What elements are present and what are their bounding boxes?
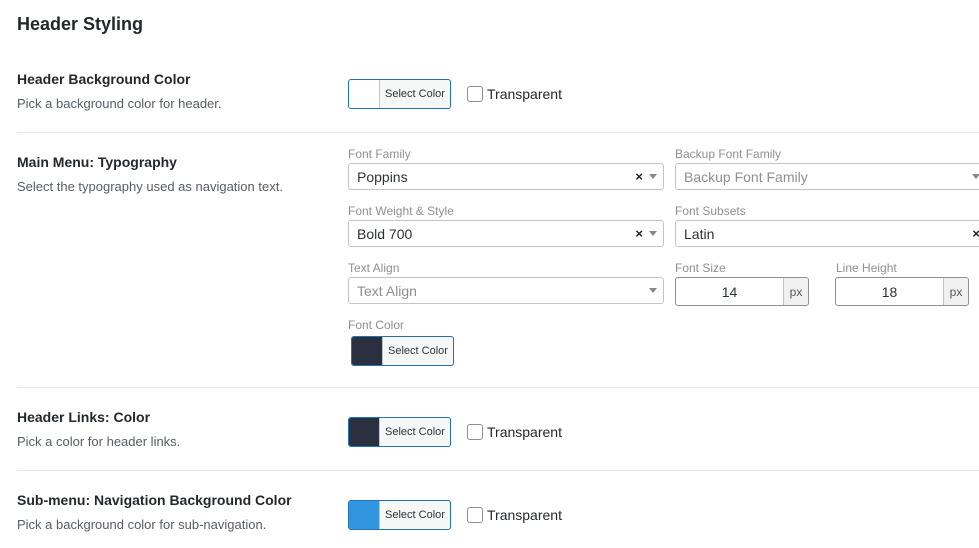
font-family-select[interactable]: Poppins × xyxy=(348,163,664,190)
line-height-unit: px xyxy=(943,278,968,305)
clear-icon[interactable]: × xyxy=(972,226,979,241)
font-color-label: Font Color xyxy=(348,318,405,332)
font-size-field[interactable]: 14 px xyxy=(675,277,809,306)
font-subsets-label: Font Subsets xyxy=(675,204,746,218)
line-height-field[interactable]: 18 px xyxy=(835,277,969,306)
clear-icon[interactable]: × xyxy=(635,226,643,241)
divider xyxy=(17,470,979,471)
text-align-placeholder: Text Align xyxy=(357,282,417,299)
header-links-color-desc: Pick a color for header links. xyxy=(17,434,181,449)
select-color-label: Select Color xyxy=(385,88,445,100)
typography-desc: Select the typography used as navigation… xyxy=(17,179,283,194)
select-color-label: Select Color xyxy=(385,426,445,438)
font-subsets-select[interactable]: Latin × xyxy=(675,220,979,247)
transparent-label: Transparent xyxy=(487,424,562,440)
header-links-transparent-option[interactable]: Transparent xyxy=(467,424,562,440)
divider xyxy=(17,132,979,133)
clear-icon[interactable]: × xyxy=(635,169,643,184)
header-bg-select-color-button[interactable]: Select Color xyxy=(348,79,451,109)
submenu-bg-select-color-button[interactable]: Select Color xyxy=(348,500,451,530)
submenu-bg-transparent-checkbox[interactable] xyxy=(467,507,483,523)
font-size-label: Font Size xyxy=(675,261,726,275)
submenu-bg-color-label: Sub-menu: Navigation Background Color xyxy=(17,492,292,508)
chevron-down-icon xyxy=(649,231,657,236)
line-height-label: Line Height xyxy=(836,261,897,275)
submenu-bg-color-desc: Pick a background color for sub-navigati… xyxy=(17,517,267,532)
font-weight-label: Font Weight & Style xyxy=(348,204,454,218)
select-color-label: Select Color xyxy=(385,509,445,521)
header-links-color-label: Header Links: Color xyxy=(17,409,151,425)
submenu-bg-transparent-option[interactable]: Transparent xyxy=(467,507,562,523)
font-weight-value: Bold 700 xyxy=(357,225,413,242)
chevron-down-icon xyxy=(649,174,657,179)
transparent-label: Transparent xyxy=(487,86,562,102)
font-size-unit: px xyxy=(783,278,808,305)
font-family-value: Poppins xyxy=(357,168,408,185)
header-links-color-swatch xyxy=(349,418,380,446)
font-color-swatch xyxy=(352,337,383,365)
text-align-select[interactable]: Text Align xyxy=(348,277,664,304)
divider xyxy=(17,387,979,388)
backup-font-family-placeholder: Backup Font Family xyxy=(684,168,808,185)
submenu-bg-color-swatch xyxy=(349,501,380,529)
header-links-select-color-button[interactable]: Select Color xyxy=(348,417,451,447)
text-align-label: Text Align xyxy=(348,261,400,275)
header-links-transparent-checkbox[interactable] xyxy=(467,424,483,440)
font-color-select-color-button[interactable]: Select Color xyxy=(351,336,454,366)
header-bg-color-label: Header Background Color xyxy=(17,71,191,87)
line-height-input[interactable]: 18 xyxy=(836,278,943,305)
select-color-label: Select Color xyxy=(388,345,448,357)
header-bg-transparent-option[interactable]: Transparent xyxy=(467,86,562,102)
backup-font-family-select[interactable]: Backup Font Family xyxy=(675,163,979,190)
section-title: Header Styling xyxy=(17,14,144,34)
header-bg-color-swatch xyxy=(349,80,380,108)
typography-label: Main Menu: Typography xyxy=(17,154,177,170)
font-size-input[interactable]: 14 xyxy=(676,278,783,305)
transparent-label: Transparent xyxy=(487,507,562,523)
header-bg-color-desc: Pick a background color for header. xyxy=(17,96,222,111)
backup-font-family-label: Backup Font Family xyxy=(675,147,782,161)
font-family-label: Font Family xyxy=(348,147,411,161)
font-subsets-value: Latin xyxy=(684,225,715,242)
chevron-down-icon xyxy=(972,174,979,179)
header-bg-transparent-checkbox[interactable] xyxy=(467,86,483,102)
chevron-down-icon xyxy=(649,288,657,293)
font-weight-select[interactable]: Bold 700 × xyxy=(348,220,664,247)
